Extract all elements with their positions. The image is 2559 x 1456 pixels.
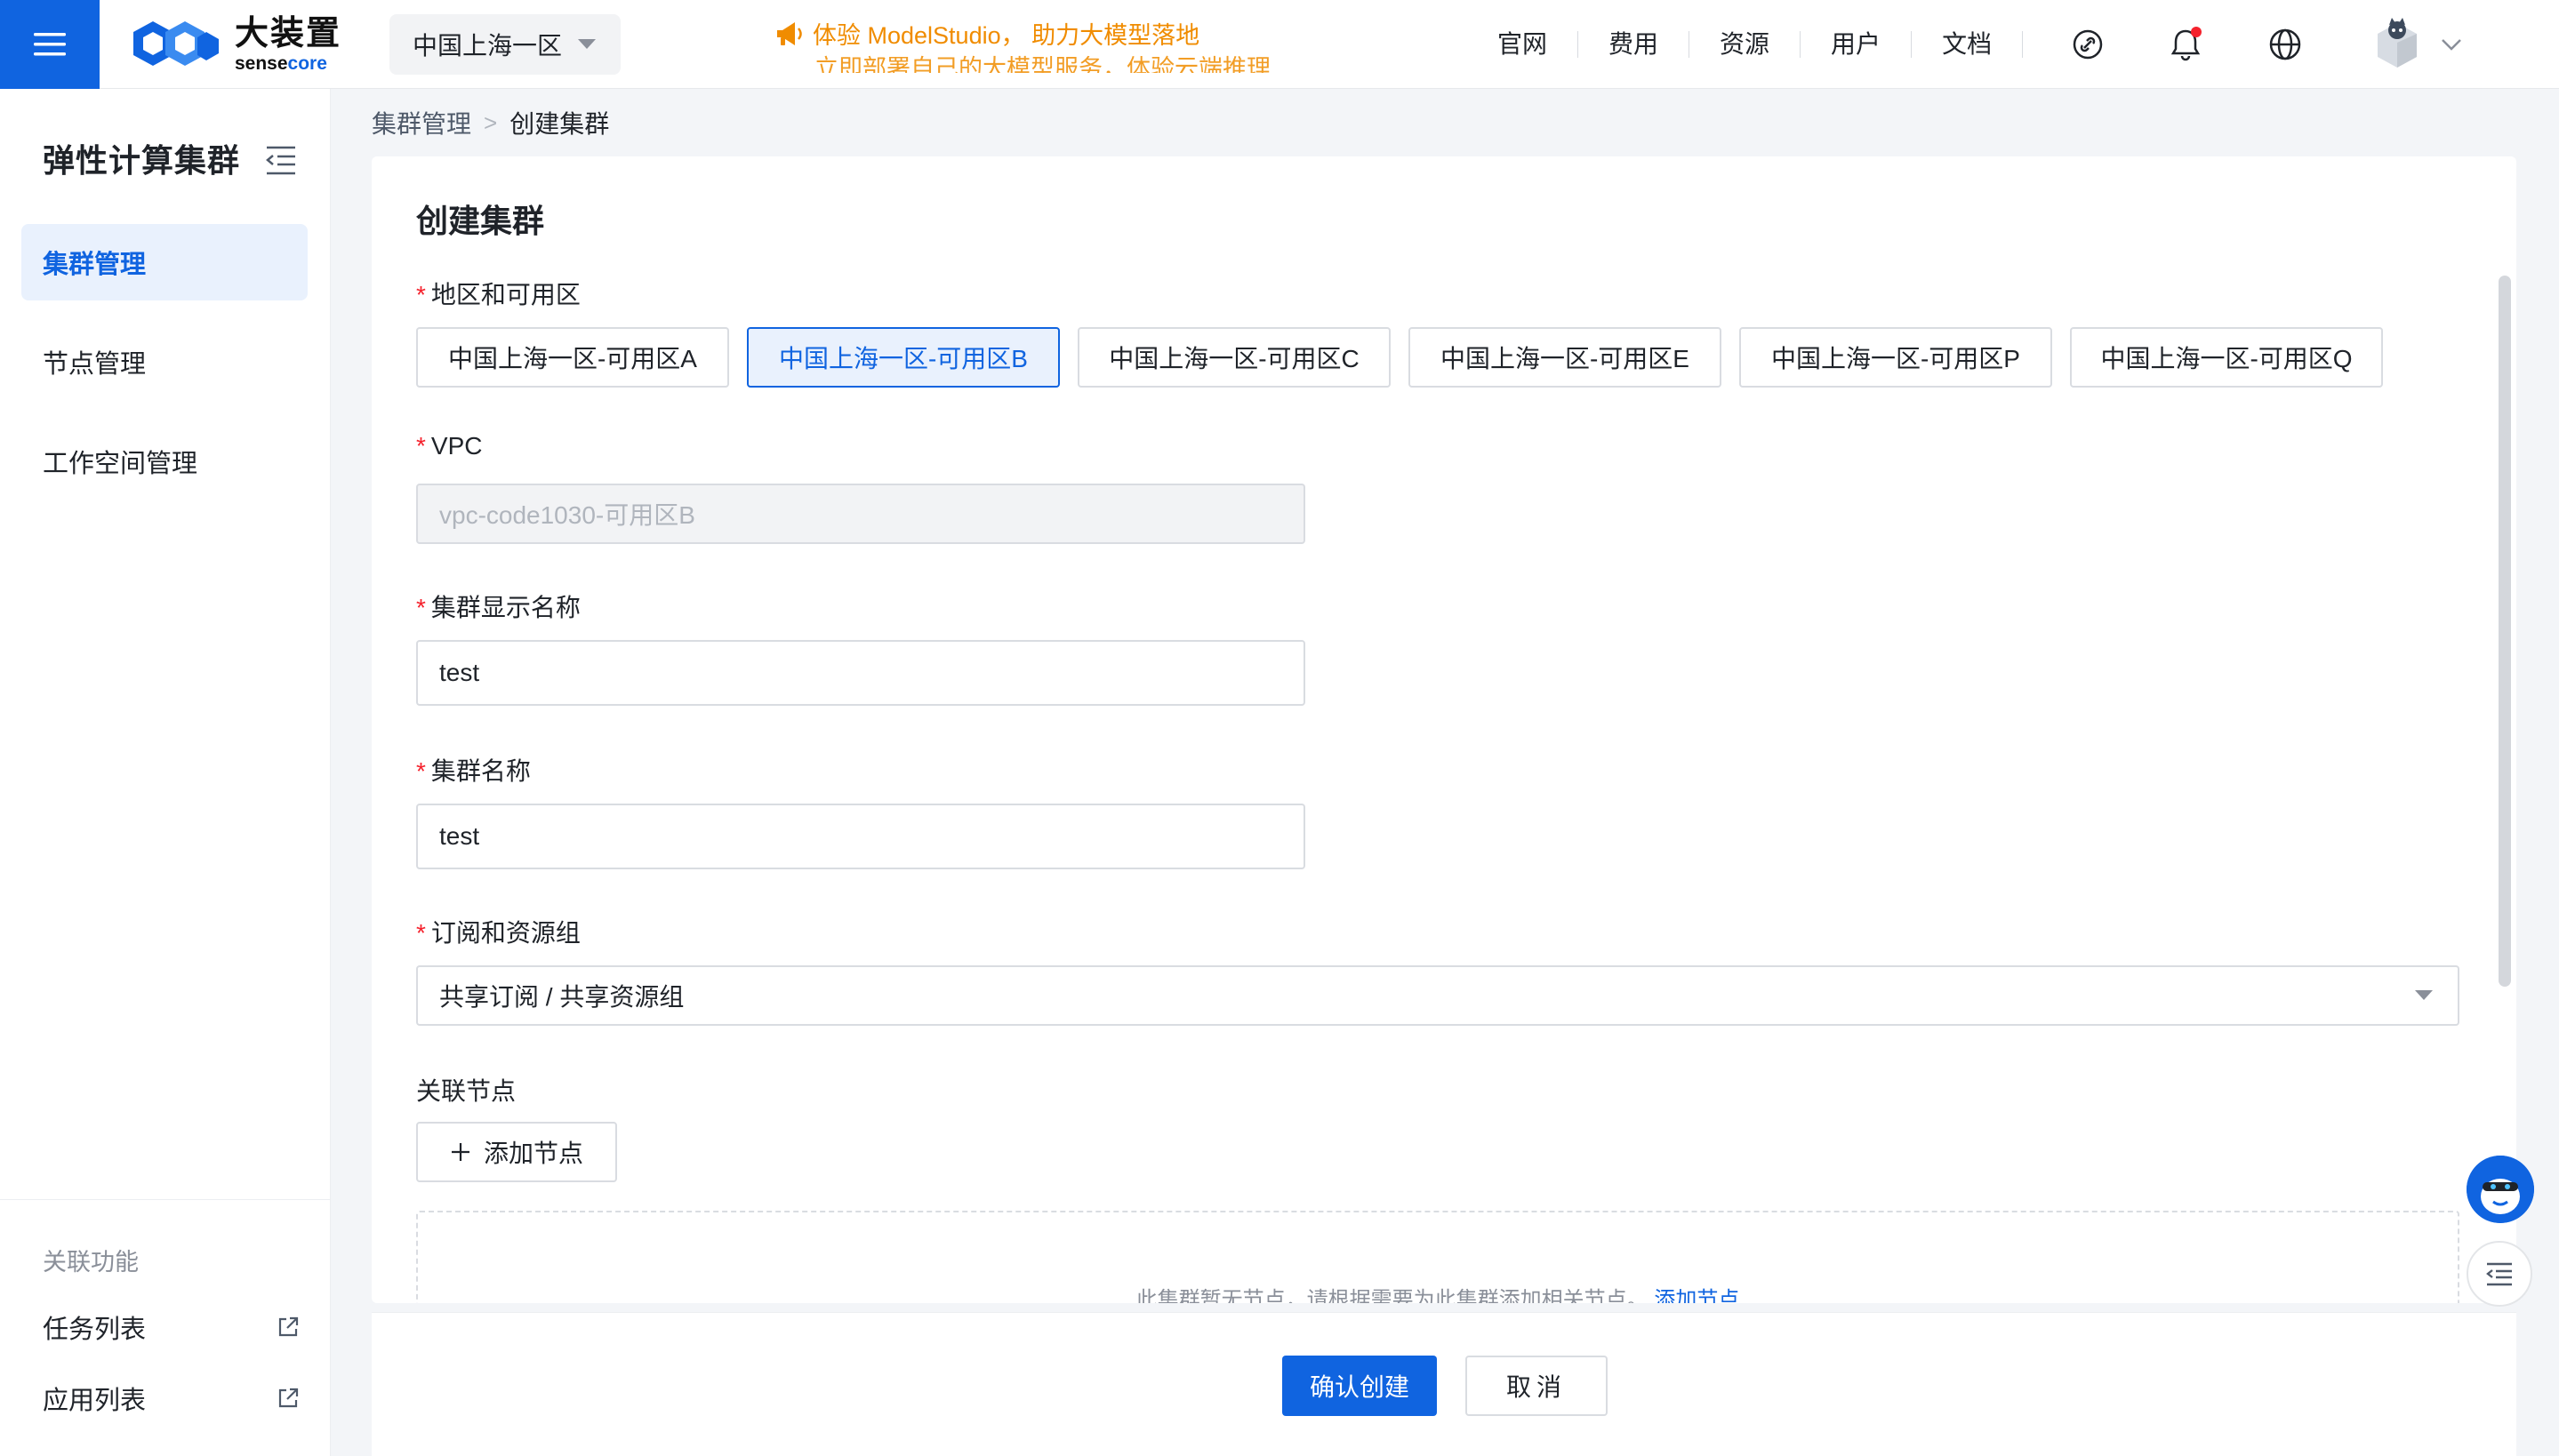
required-mark: *: [416, 919, 426, 947]
menu-icon: [34, 33, 66, 56]
caret-down-icon: [2415, 990, 2433, 1000]
link-icon: [2073, 29, 2103, 60]
form-scrollbar[interactable]: [2499, 276, 2511, 987]
sidebar-item-node-management[interactable]: 节点管理: [21, 324, 308, 400]
sidebar-link-label: 应用列表: [43, 1387, 147, 1415]
sidebar-item-label: 工作空间管理: [43, 450, 198, 478]
logo-title: 大装置: [235, 14, 342, 52]
globe-icon: [2269, 28, 2301, 60]
sidebar-item-cluster-management[interactable]: 集群管理: [21, 224, 308, 300]
nodes-empty-state: 此集群暂无节点，请根据需要为此集群添加相关节点。 添加节点: [416, 1211, 2459, 1303]
breadcrumb-cluster-management[interactable]: 集群管理: [372, 105, 471, 140]
language-button[interactable]: [2266, 25, 2305, 64]
promo-banner[interactable]: 体验 ModelStudio， 助力大模型落地 立即部署自己的大模型服务，体验云…: [774, 16, 1271, 73]
assistant-button[interactable]: [2467, 1156, 2534, 1223]
top-nav: 官网 费用 资源 用户 文档: [1476, 0, 2024, 89]
subscription-label: * 订阅和资源组: [416, 919, 581, 947]
create-cluster-form: 创建集群 * 地区和可用区 中国上海一区-可用区A 中国上海一区-可用区B 中国上…: [372, 156, 2516, 1303]
external-link-icon: [278, 1316, 299, 1337]
hamburger-menu-button[interactable]: [0, 0, 100, 89]
cluster-name-label: * 集群名称: [416, 757, 531, 785]
vpc-label: * VPC: [416, 432, 483, 460]
sidebar-title: 弹性计算集群: [43, 142, 241, 179]
sidebar-collapse-button[interactable]: [263, 142, 299, 178]
cluster-name-input[interactable]: test: [416, 804, 1305, 869]
required-mark: *: [416, 757, 426, 785]
zone-options: 中国上海一区-可用区A 中国上海一区-可用区B 中国上海一区-可用区C 中国上海…: [416, 327, 2383, 388]
required-mark: *: [416, 594, 426, 621]
add-node-button-label: 添加节点: [483, 1140, 583, 1167]
sidebar: 弹性计算集群 集群管理 节点管理 工作空间管理 关联功能 任务列表 应用列表: [0, 89, 331, 1456]
required-mark: *: [416, 281, 426, 308]
sidebar-divider: [0, 1199, 331, 1200]
notification-badge: [2191, 27, 2202, 37]
top-bar: 大装置 sensecore 中国上海一区 体验 ModelStudio， 助力大…: [0, 0, 2559, 89]
zone-option-a[interactable]: 中国上海一区-可用区A: [416, 327, 729, 388]
plus-icon: [451, 1143, 469, 1161]
zone-option-q[interactable]: 中国上海一区-可用区Q: [2070, 327, 2383, 388]
collapse-menu-icon: [266, 146, 295, 175]
promo-text: 体验 ModelStudio， 助力大模型落地: [813, 22, 1200, 49]
nav-docs[interactable]: 文档: [1912, 31, 2024, 58]
nav-resources[interactable]: 资源: [1689, 31, 1801, 58]
sidebar-item-workspace-management[interactable]: 工作空间管理: [21, 423, 308, 500]
confirm-create-button[interactable]: 确认创建: [1282, 1356, 1437, 1416]
sidebar-link-label: 任务列表: [43, 1316, 147, 1344]
vpc-input: vpc-code1030-可用区B: [416, 484, 1305, 544]
associated-nodes-label: 关联节点: [416, 1077, 517, 1105]
empty-state-text: 此集群暂无节点，请根据需要为此集群添加相关节点。 添加节点: [418, 1282, 2458, 1303]
nav-official-site[interactable]: 官网: [1476, 31, 1579, 58]
empty-state-add-node-link[interactable]: 添加节点: [1654, 1288, 1739, 1303]
zone-option-e[interactable]: 中国上海一区-可用区E: [1408, 327, 1721, 388]
sidebar-item-label: 集群管理: [43, 251, 147, 279]
user-avatar[interactable]: [2369, 16, 2426, 73]
logo-subtitle: sensecore: [235, 52, 327, 74]
collapse-menu-icon: [2486, 1262, 2512, 1286]
promo-text-next: 立即部署自己的大模型服务，体验云端推理能力: [814, 55, 1271, 73]
sensecore-logo-icon: [133, 21, 219, 66]
add-node-button[interactable]: 添加节点: [416, 1122, 617, 1182]
required-mark: *: [416, 432, 426, 460]
avatar-icon: [2378, 18, 2417, 68]
breadcrumb-current: 创建集群: [509, 110, 610, 138]
zone-option-c[interactable]: 中国上海一区-可用区C: [1078, 327, 1391, 388]
assistant-mascot-icon: [2467, 1156, 2534, 1223]
cancel-button[interactable]: 取消: [1465, 1356, 1608, 1416]
related-features-title: 关联功能: [43, 1249, 139, 1276]
display-name-input[interactable]: test: [416, 640, 1305, 706]
caret-down-icon: [578, 39, 596, 49]
page-title: 创建集群: [416, 203, 545, 239]
brand-logo[interactable]: 大装置 sensecore: [130, 16, 341, 73]
sidebar-item-label: 节点管理: [43, 350, 147, 379]
subscription-select-value: 共享订阅 / 共享资源组: [439, 983, 685, 1011]
form-footer: 确认创建 取消: [372, 1312, 2516, 1456]
zone-option-p[interactable]: 中国上海一区-可用区P: [1739, 327, 2052, 388]
zone-label: * 地区和可用区: [416, 281, 581, 308]
nav-users[interactable]: 用户: [1801, 31, 1913, 58]
subscription-select[interactable]: 共享订阅 / 共享资源组: [416, 965, 2459, 1026]
zone-option-b[interactable]: 中国上海一区-可用区B: [747, 327, 1060, 388]
sidebar-link-app-list[interactable]: 应用列表: [43, 1380, 301, 1417]
chevron-down-icon: [2442, 39, 2461, 51]
panel-toggle-button[interactable]: [2467, 1241, 2532, 1307]
nav-billing[interactable]: 费用: [1578, 31, 1690, 58]
region-selector-value: 中国上海一区: [413, 32, 563, 60]
user-menu-caret[interactable]: [2440, 34, 2463, 60]
breadcrumb-separator: >: [484, 108, 498, 136]
link-button[interactable]: [2068, 25, 2107, 64]
region-selector[interactable]: 中国上海一区: [389, 14, 621, 75]
external-link-icon: [278, 1388, 299, 1408]
sidebar-link-task-list[interactable]: 任务列表: [43, 1308, 301, 1346]
breadcrumb: 集群管理 > 创建集群: [372, 105, 609, 140]
display-name-label: * 集群显示名称: [416, 594, 581, 621]
megaphone-icon: [777, 21, 802, 45]
notifications-button[interactable]: [2166, 25, 2205, 64]
